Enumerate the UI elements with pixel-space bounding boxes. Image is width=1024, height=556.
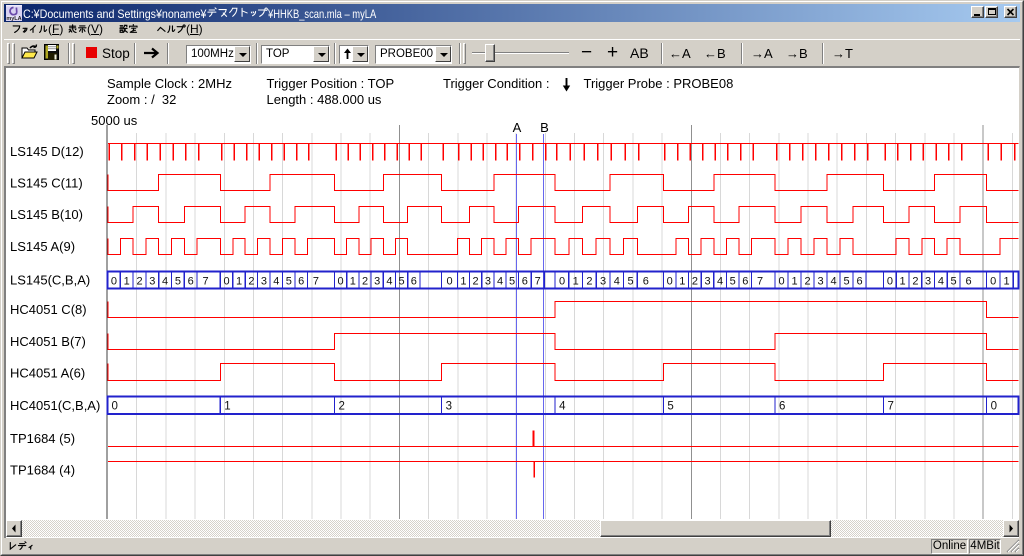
svg-text:myLA: myLA — [6, 16, 21, 21]
